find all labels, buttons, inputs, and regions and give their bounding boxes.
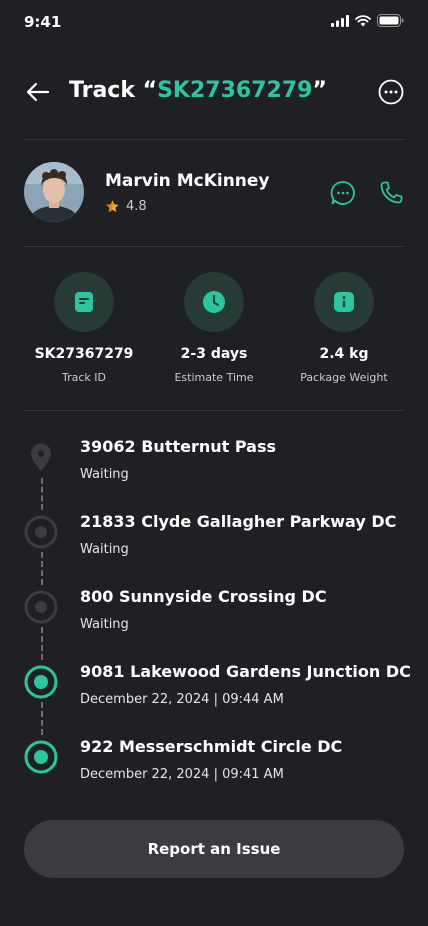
wifi-icon bbox=[355, 14, 371, 26]
location-pin-icon bbox=[31, 443, 51, 471]
stat-icon-circle bbox=[184, 272, 244, 332]
divider bbox=[24, 246, 404, 247]
avatar bbox=[24, 162, 84, 222]
report-issue-button[interactable]: Report an Issue bbox=[24, 820, 404, 878]
stat-value: 2-3 days bbox=[180, 346, 248, 362]
timeline-subtitle: Waiting bbox=[80, 467, 129, 482]
courier-rating: 4.8 bbox=[105, 199, 147, 214]
stat-icon-circle bbox=[314, 272, 374, 332]
timeline-title: 21833 Clyde Gallagher Parkway DC bbox=[80, 512, 397, 531]
info-icon bbox=[334, 292, 354, 312]
stat-package-weight: 2.4 kg Package Weight bbox=[284, 272, 404, 384]
timeline-subtitle: December 22, 2024 | 09:44 AM bbox=[80, 692, 284, 707]
timeline-item: 21833 Clyde Gallagher Parkway DC Waiting bbox=[24, 505, 404, 565]
star-icon bbox=[106, 200, 119, 213]
timeline-title: 9081 Lakewood Gardens Junction DC bbox=[80, 662, 411, 681]
timeline-title: 922 Messerschmidt Circle DC bbox=[80, 737, 343, 756]
status-bar: 9:41 bbox=[0, 0, 428, 44]
tracking-timeline: 39062 Butternut Pass Waiting 21833 Clyde… bbox=[24, 430, 411, 790]
completed-step-icon bbox=[24, 740, 58, 774]
courier-card: Marvin McKinney 4.8 bbox=[24, 162, 404, 222]
cellular-signal-icon bbox=[331, 14, 349, 27]
title-prefix: Track “ bbox=[69, 78, 158, 103]
timeline-title: 39062 Butternut Pass bbox=[80, 437, 276, 456]
header: Track “SK27367279” bbox=[24, 70, 404, 114]
timeline-subtitle: December 22, 2024 | 09:41 AM bbox=[80, 767, 284, 782]
more-options-icon[interactable] bbox=[378, 79, 404, 105]
divider bbox=[24, 410, 404, 411]
title-tracking-id: SK27367279 bbox=[157, 78, 313, 103]
pending-step-icon bbox=[24, 590, 58, 624]
completed-step-icon bbox=[24, 665, 58, 699]
divider bbox=[24, 139, 404, 140]
timeline-item: 9081 Lakewood Gardens Junction DC Decemb… bbox=[24, 655, 411, 715]
back-arrow-icon[interactable] bbox=[24, 78, 52, 106]
stat-value: SK27367279 bbox=[34, 346, 134, 362]
timeline-title: 800 Sunnyside Crossing DC bbox=[80, 587, 327, 606]
phone-icon[interactable] bbox=[378, 180, 404, 206]
title-suffix: ” bbox=[312, 78, 327, 103]
courier-photo bbox=[24, 162, 84, 222]
chat-icon[interactable] bbox=[330, 180, 356, 206]
stat-label: Track ID bbox=[62, 371, 106, 384]
stat-label: Package Weight bbox=[300, 371, 388, 384]
status-time: 9:41 bbox=[24, 13, 62, 31]
clock-icon bbox=[203, 291, 225, 313]
stat-estimate-time: 2-3 days Estimate Time bbox=[154, 272, 274, 384]
stat-track-id: SK27367279 Track ID bbox=[24, 272, 144, 384]
timeline-item: 922 Messerschmidt Circle DC December 22,… bbox=[24, 730, 404, 790]
stat-label: Estimate Time bbox=[174, 371, 254, 384]
timeline-subtitle: Waiting bbox=[80, 617, 129, 632]
courier-name: Marvin McKinney bbox=[105, 171, 270, 191]
battery-icon bbox=[377, 14, 404, 27]
package-stats: SK27367279 Track ID 2-3 days Estimate Ti… bbox=[24, 272, 404, 392]
stat-icon-circle bbox=[54, 272, 114, 332]
page-title: Track “SK27367279” bbox=[69, 78, 327, 103]
timeline-item: 39062 Butternut Pass Waiting bbox=[24, 430, 404, 490]
pending-step-icon bbox=[24, 515, 58, 549]
stat-value: 2.4 kg bbox=[319, 346, 369, 362]
document-icon bbox=[75, 292, 93, 312]
timeline-item: 800 Sunnyside Crossing DC Waiting bbox=[24, 580, 404, 640]
status-icons bbox=[331, 14, 404, 27]
timeline-subtitle: Waiting bbox=[80, 542, 129, 557]
rating-value: 4.8 bbox=[126, 199, 147, 214]
